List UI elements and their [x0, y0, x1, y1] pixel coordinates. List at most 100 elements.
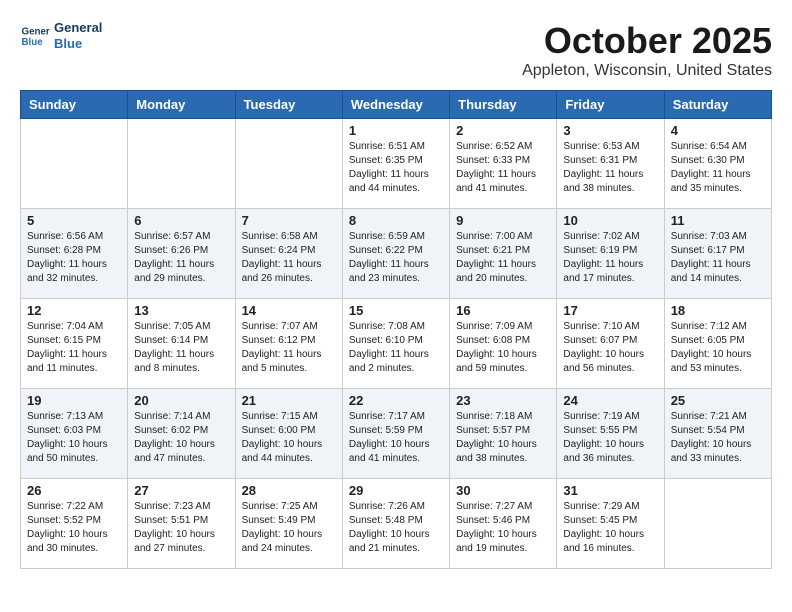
month-title: October 2025 [522, 20, 772, 62]
day-info: Sunrise: 7:22 AM Sunset: 5:52 PM Dayligh… [27, 500, 121, 556]
svg-text:General: General [22, 26, 51, 37]
day-number: 24 [563, 393, 657, 408]
day-info: Sunrise: 6:57 AM Sunset: 6:26 PM Dayligh… [134, 230, 228, 286]
day-info: Sunrise: 7:04 AM Sunset: 6:15 PM Dayligh… [27, 320, 121, 376]
calendar-week-5: 26 Sunrise: 7:22 AM Sunset: 5:52 PM Dayli… [21, 479, 772, 569]
day-info: Sunrise: 7:25 AM Sunset: 5:49 PM Dayligh… [242, 500, 336, 556]
calendar-cell: 6Sunrise: 6:57 AM Sunset: 6:26 PM Daylig… [128, 209, 235, 299]
weekday-header-sunday: Sunday [21, 91, 128, 119]
logo-blue: Blue [54, 36, 102, 52]
calendar-cell: 12 Sunrise: 7:04 AM Sunset: 6:15 PM Dayli… [21, 299, 128, 389]
calendar-cell: 29Sunrise: 7:26 AM Sunset: 5:48 PM Dayli… [342, 479, 449, 569]
calendar-cell: 27 Sunrise: 7:23 AM Sunset: 5:51 PM Dayli… [128, 479, 235, 569]
day-info: Sunrise: 6:51 AM Sunset: 6:35 PM Dayligh… [349, 140, 443, 196]
day-number: 28 [242, 483, 336, 498]
day-number: 4 [671, 123, 765, 138]
day-info: Sunrise: 7:27 AM Sunset: 5:46 PM Dayligh… [456, 500, 550, 556]
day-number: 2 [456, 123, 550, 138]
calendar-cell: 11 Sunrise: 7:03 AM Sunset: 6:17 PM Dayli… [664, 209, 771, 299]
day-info: Sunrise: 7:21 AM Sunset: 5:54 PM Dayligh… [671, 410, 765, 466]
day-number: 22 [349, 393, 443, 408]
day-number: 10 [563, 213, 657, 228]
day-info: Sunrise: 7:14 AM Sunset: 6:02 PM Dayligh… [134, 410, 228, 466]
day-number: 16 [456, 303, 550, 318]
day-info: Sunrise: 7:17 AM Sunset: 5:59 PM Dayligh… [349, 410, 443, 466]
calendar-cell [235, 119, 342, 209]
day-info: Sunrise: 7:07 AM Sunset: 6:12 PM Dayligh… [242, 320, 336, 376]
day-info: Sunrise: 7:05 AM Sunset: 6:14 PM Dayligh… [134, 320, 228, 376]
calendar-week-2: 5 Sunrise: 6:56 AM Sunset: 6:28 PM Daylig… [21, 209, 772, 299]
day-info: Sunrise: 7:02 AM Sunset: 6:19 PM Dayligh… [563, 230, 657, 286]
day-info: Sunrise: 7:08 AM Sunset: 6:10 PM Dayligh… [349, 320, 443, 376]
calendar-cell: 4 Sunrise: 6:54 AM Sunset: 6:30 PM Daylig… [664, 119, 771, 209]
calendar-cell: 30 Sunrise: 7:27 AM Sunset: 5:46 PM Dayli… [450, 479, 557, 569]
day-info: Sunrise: 7:09 AM Sunset: 6:08 PM Dayligh… [456, 320, 550, 376]
calendar-cell: 3 Sunrise: 6:53 AM Sunset: 6:31 PM Daylig… [557, 119, 664, 209]
day-info: Sunrise: 7:03 AM Sunset: 6:17 PM Dayligh… [671, 230, 765, 286]
day-number: 21 [242, 393, 336, 408]
svg-text:Blue: Blue [22, 37, 44, 48]
weekday-header-wednesday: Wednesday [342, 91, 449, 119]
calendar-cell [21, 119, 128, 209]
logo-general: General [54, 20, 102, 36]
day-info: Sunrise: 7:19 AM Sunset: 5:55 PM Dayligh… [563, 410, 657, 466]
day-info: Sunrise: 6:59 AM Sunset: 6:22 PM Dayligh… [349, 230, 443, 286]
calendar-cell: 19Sunrise: 7:13 AM Sunset: 6:03 PM Dayli… [21, 389, 128, 479]
day-number: 15 [349, 303, 443, 318]
day-number: 26 [27, 483, 121, 498]
calendar-cell: 20 Sunrise: 7:14 AM Sunset: 6:02 PM Dayli… [128, 389, 235, 479]
day-info: Sunrise: 7:00 AM Sunset: 6:21 PM Dayligh… [456, 230, 550, 286]
calendar-cell: 24 Sunrise: 7:19 AM Sunset: 5:55 PM Dayli… [557, 389, 664, 479]
day-number: 12 [27, 303, 121, 318]
calendar-cell [664, 479, 771, 569]
day-number: 9 [456, 213, 550, 228]
calendar-week-1: 1 Sunrise: 6:51 AM Sunset: 6:35 PM Daylig… [21, 119, 772, 209]
calendar-cell: 18Sunrise: 7:12 AM Sunset: 6:05 PM Dayli… [664, 299, 771, 389]
calendar-cell: 15 Sunrise: 7:08 AM Sunset: 6:10 PM Dayli… [342, 299, 449, 389]
calendar-cell: 9 Sunrise: 7:00 AM Sunset: 6:21 PM Daylig… [450, 209, 557, 299]
day-number: 19 [27, 393, 121, 408]
day-number: 30 [456, 483, 550, 498]
calendar-cell: 17Sunrise: 7:10 AM Sunset: 6:07 PM Dayli… [557, 299, 664, 389]
calendar-week-4: 19Sunrise: 7:13 AM Sunset: 6:03 PM Dayli… [21, 389, 772, 479]
day-number: 20 [134, 393, 228, 408]
calendar-table: SundayMondayTuesdayWednesdayThursdayFrid… [20, 90, 772, 569]
weekday-header-saturday: Saturday [664, 91, 771, 119]
day-number: 17 [563, 303, 657, 318]
day-number: 3 [563, 123, 657, 138]
calendar-cell [128, 119, 235, 209]
calendar-cell: 13 Sunrise: 7:05 AM Sunset: 6:14 PM Dayli… [128, 299, 235, 389]
location: Appleton, Wisconsin, United States [522, 62, 772, 80]
day-number: 31 [563, 483, 657, 498]
day-number: 25 [671, 393, 765, 408]
calendar-cell: 28 Sunrise: 7:25 AM Sunset: 5:49 PM Dayli… [235, 479, 342, 569]
day-info: Sunrise: 6:54 AM Sunset: 6:30 PM Dayligh… [671, 140, 765, 196]
day-info: Sunrise: 6:56 AM Sunset: 6:28 PM Dayligh… [27, 230, 121, 286]
day-info: Sunrise: 6:53 AM Sunset: 6:31 PM Dayligh… [563, 140, 657, 196]
calendar-week-3: 12 Sunrise: 7:04 AM Sunset: 6:15 PM Dayli… [21, 299, 772, 389]
day-number: 1 [349, 123, 443, 138]
calendar-cell: 21 Sunrise: 7:15 AM Sunset: 6:00 PM Dayli… [235, 389, 342, 479]
day-number: 29 [349, 483, 443, 498]
day-info: Sunrise: 7:18 AM Sunset: 5:57 PM Dayligh… [456, 410, 550, 466]
calendar-cell: 7Sunrise: 6:58 AM Sunset: 6:24 PM Daylig… [235, 209, 342, 299]
day-number: 14 [242, 303, 336, 318]
day-number: 5 [27, 213, 121, 228]
weekday-header-row: SundayMondayTuesdayWednesdayThursdayFrid… [21, 91, 772, 119]
page-header: General Blue General Blue October 2025 A… [20, 20, 772, 80]
day-number: 13 [134, 303, 228, 318]
day-info: Sunrise: 7:12 AM Sunset: 6:05 PM Dayligh… [671, 320, 765, 376]
calendar-cell: 22 Sunrise: 7:17 AM Sunset: 5:59 PM Dayli… [342, 389, 449, 479]
day-number: 27 [134, 483, 228, 498]
logo: General Blue General Blue [20, 20, 102, 51]
day-info: Sunrise: 7:29 AM Sunset: 5:45 PM Dayligh… [563, 500, 657, 556]
title-block: October 2025 Appleton, Wisconsin, United… [522, 20, 772, 80]
day-info: Sunrise: 7:15 AM Sunset: 6:00 PM Dayligh… [242, 410, 336, 466]
logo-icon: General Blue [20, 21, 50, 51]
day-info: Sunrise: 7:23 AM Sunset: 5:51 PM Dayligh… [134, 500, 228, 556]
day-info: Sunrise: 6:52 AM Sunset: 6:33 PM Dayligh… [456, 140, 550, 196]
calendar-cell: 26 Sunrise: 7:22 AM Sunset: 5:52 PM Dayli… [21, 479, 128, 569]
weekday-header-monday: Monday [128, 91, 235, 119]
day-number: 11 [671, 213, 765, 228]
calendar-cell: 1 Sunrise: 6:51 AM Sunset: 6:35 PM Daylig… [342, 119, 449, 209]
